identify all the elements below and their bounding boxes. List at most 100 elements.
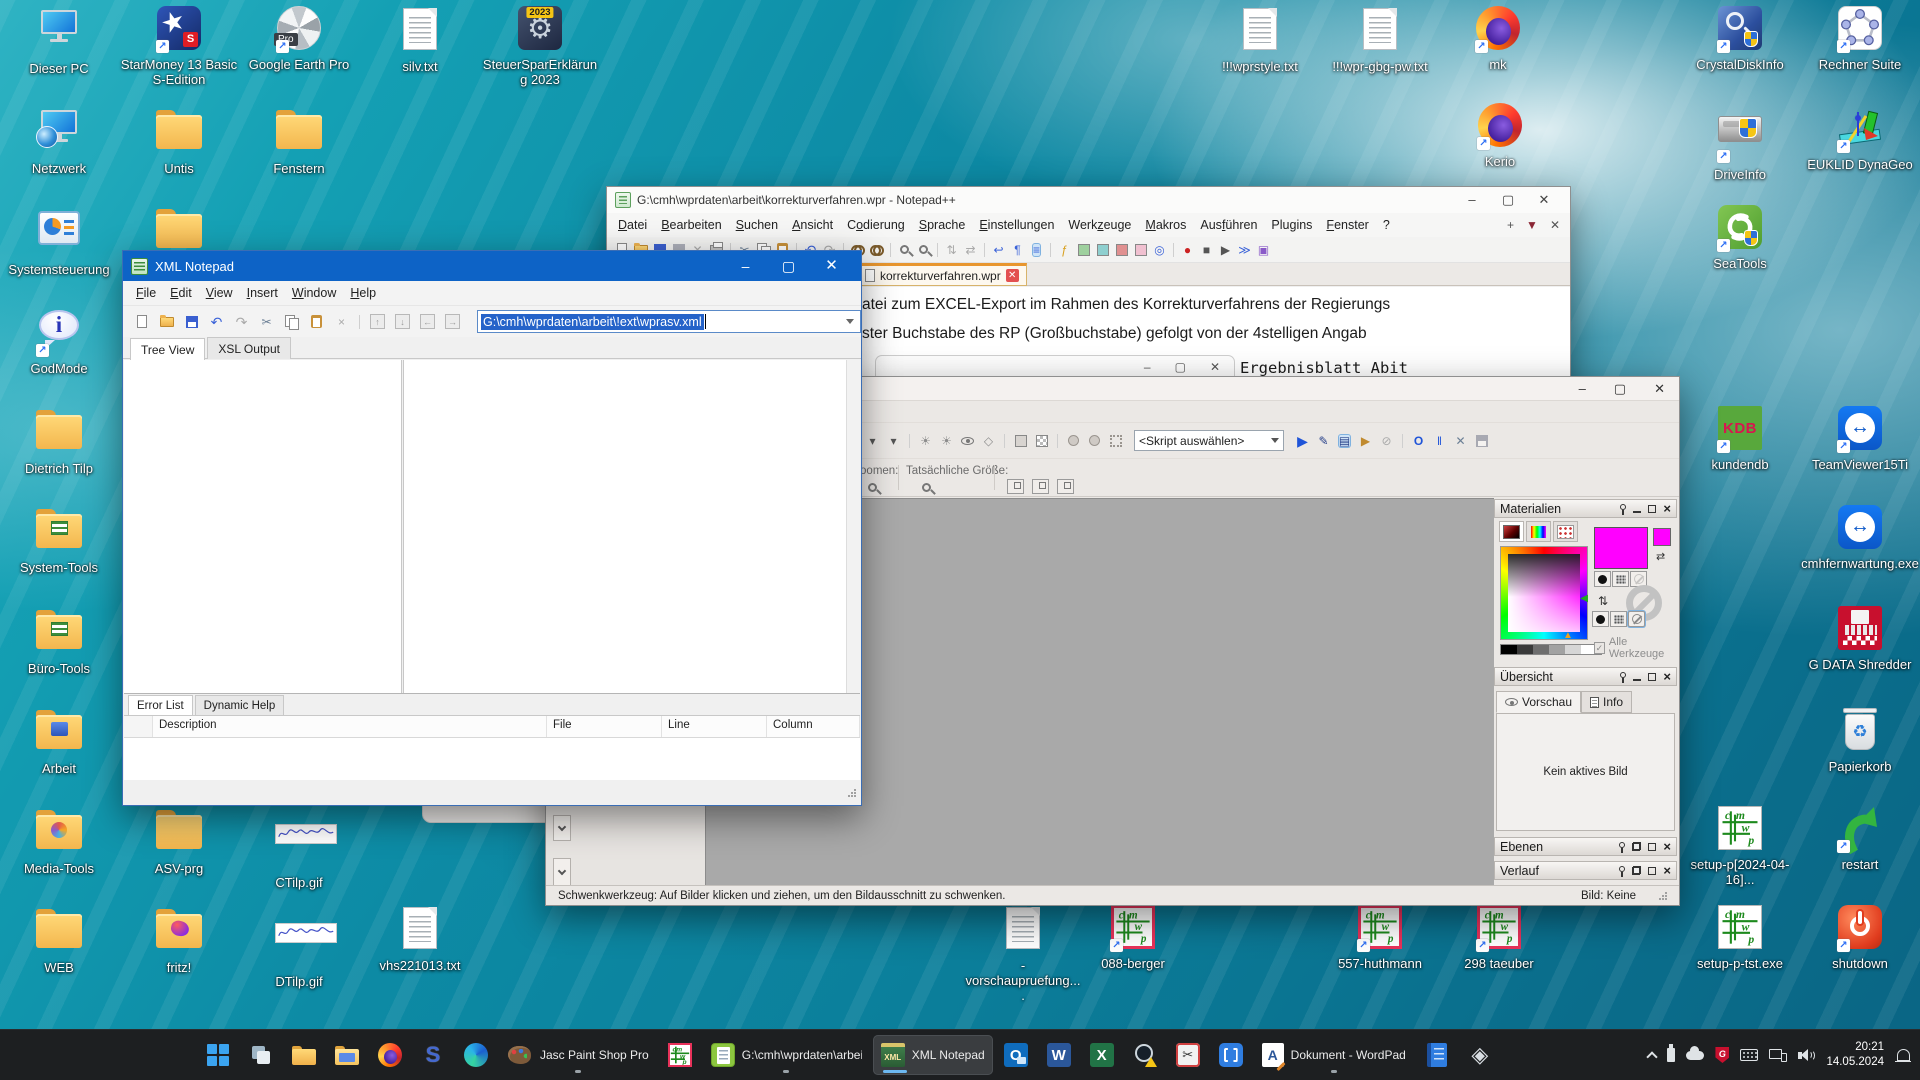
desktop-icon[interactable]: ↗mk [1438,6,1558,74]
taskbar-button-word[interactable]: W [1039,1035,1079,1075]
notepadpp-menu-codierung[interactable]: Codierung [840,218,912,232]
desktop-icon[interactable]: ASV-prg [119,806,239,878]
xml-notepad-menu-view[interactable]: View [199,286,240,300]
script-select-combobox[interactable]: <Skript auswählen> [1134,430,1284,451]
usb-icon[interactable] [1667,1048,1675,1062]
close-button[interactable]: ✕ [1210,360,1220,374]
fit-image-icon[interactable] [1032,479,1049,494]
taskbar-button-outlook[interactable]: O [996,1035,1036,1075]
taskbar-button-psp[interactable]: Jasc Paint Shop Pro [499,1035,657,1075]
taskbar-button-start[interactable] [198,1035,238,1075]
toolbar-overflow-button[interactable] [553,815,571,841]
taskbar-button-folder-app[interactable] [327,1035,367,1075]
desktop-icon[interactable]: ↗shutdown [1800,905,1920,973]
texture-frame-icon[interactable] [1033,432,1050,449]
pin-icon[interactable] [1620,504,1626,510]
para-icon[interactable]: ¶ [1009,241,1026,258]
tab-swatches[interactable] [1553,521,1578,542]
tab-dynamic-help[interactable]: Dynamic Help [195,695,285,715]
solid-color-button[interactable] [1592,611,1609,627]
desktop-icon[interactable]: fritz! [119,905,239,977]
notepadpp-tab[interactable]: korrekturverfahren.wpr ✕ [857,263,1027,286]
edit-script-icon[interactable]: ✎ [1315,432,1332,449]
desktop-icon[interactable]: ↗restart [1800,806,1920,874]
notifications-bell-icon[interactable] [1897,1049,1910,1061]
all-tools-checkbox[interactable]: ✓ Alle Werkzeuge [1594,636,1677,660]
redo-icon[interactable]: ↷ [231,311,252,332]
solid-color-button[interactable] [1594,571,1611,587]
sync2-icon[interactable]: ⇄ [962,241,979,258]
notepadpp-menu-werkzeuge[interactable]: Werkzeuge [1061,218,1138,232]
paste-icon[interactable] [306,311,327,332]
dropdown-icon[interactable]: ▾ [885,432,902,449]
pin-icon[interactable] [1619,842,1625,848]
xml-notepad-menu-help[interactable]: Help [343,286,383,300]
playall-icon[interactable]: ≫ [1236,241,1253,258]
taskbar-button-npp[interactable]: G:\cmh\wprdaten\arbei [703,1035,870,1075]
stop-script-disabled-icon[interactable]: ⊘ [1378,432,1395,449]
swap-styles-icon[interactable]: ⇅ [1598,594,1608,608]
minimize-button[interactable]: – [1144,360,1151,374]
new-tab-button[interactable]: + [1507,218,1514,232]
tab-xsl-output[interactable]: XSL Output [207,337,291,359]
desktop-icon[interactable]: Arbeit [0,706,119,778]
tab-color-frame[interactable] [1499,521,1524,542]
desktop-icon[interactable]: cmwp↗557-huthmann [1320,905,1440,973]
desktop-icon[interactable]: Media-Tools [0,806,119,878]
desktop-icon[interactable]: Untis [119,106,239,178]
map-icon[interactable] [1075,241,1092,258]
tab-list-button[interactable]: ▼ [1526,218,1538,232]
close-icon[interactable]: × [1663,502,1671,515]
resize-grip[interactable] [847,788,856,797]
zoomin-icon[interactable] [896,241,913,258]
close-button[interactable]: ✕ [1654,381,1665,397]
taskbar-button-s-letter[interactable]: S [413,1035,453,1075]
close-icon[interactable]: × [1663,670,1671,683]
minimize-icon[interactable] [1633,511,1641,513]
desktop-icon[interactable]: Pro↗Google Earth Pro [239,6,359,74]
color-picker[interactable]: ◀ ▲ [1500,546,1588,640]
swap-colors-icon[interactable]: ⇄ [1656,550,1665,563]
notepadpp-menu-datei[interactable]: Datei [611,218,654,232]
grayscale-bar[interactable] [1500,644,1602,655]
tab-rainbow[interactable] [1526,521,1551,542]
column-header-description[interactable]: Description [153,716,547,737]
taskbar-button-wordpad[interactable]: ADokument - WordPad [1254,1035,1414,1075]
nleft-icon[interactable]: ← [417,311,438,332]
devices-icon[interactable] [1769,1049,1787,1062]
maximize-icon[interactable] [1648,673,1656,681]
taskbar-button-firefox[interactable] [370,1035,410,1075]
full-size-icon[interactable] [1057,479,1074,494]
taskbar-button-shot[interactable] [1211,1035,1251,1075]
xml-notepad-menu-insert[interactable]: Insert [240,286,285,300]
close-button[interactable]: ✕ [810,251,853,281]
desktop-icon[interactable]: !!!wprstyle.txt [1200,6,1320,76]
desktop-icon[interactable]: Dieser PC [0,6,119,78]
cut-icon[interactable]: ✂ [256,311,277,332]
tab-close-icon[interactable]: ✕ [1006,269,1019,282]
taskbar-button-edge[interactable] [456,1035,496,1075]
notepadpp-menu-ausfhren[interactable]: Ausführen [1193,218,1264,232]
tab-error-list[interactable]: Error List [128,695,193,715]
column-header-line[interactable]: Line [662,716,767,737]
minimize-button[interactable]: – [724,251,767,281]
close-icon[interactable]: × [1663,840,1671,853]
rec-icon[interactable]: ● [1179,241,1196,258]
replace-icon[interactable] [868,241,885,258]
vscrollbar[interactable] [846,360,860,693]
desktop-icon[interactable]: ↗SeaTools [1680,205,1800,273]
chevron-down-icon[interactable] [1271,438,1279,443]
background-color-swatch[interactable] [1653,528,1671,546]
avatar-2-icon[interactable] [1086,432,1103,449]
globe-icon[interactable]: ◎ [1151,241,1168,258]
overview-panel-header[interactable]: Übersicht × [1494,667,1677,686]
maximize-button[interactable]: ▢ [1175,360,1186,374]
desktop-icon[interactable]: Fenstern [239,106,359,178]
minimize-icon[interactable] [1633,679,1641,681]
foreground-color-swatch[interactable] [1594,527,1648,569]
chevron-down-icon[interactable] [846,319,854,324]
save-icon[interactable] [181,311,202,332]
desktop-icon[interactable]: cmwp↗298 taeuber [1439,905,1559,973]
taskbar-button-xmlnp[interactable]: XMLXML Notepad [873,1035,993,1075]
desktop-icon[interactable]: Dietrich Tilp [0,406,119,478]
